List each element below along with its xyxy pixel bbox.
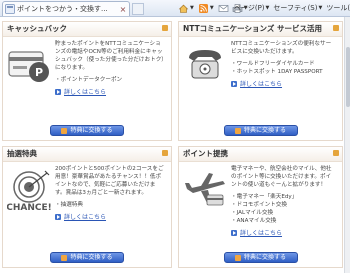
feeds-icon[interactable] (198, 3, 209, 14)
vertical-scrollbar[interactable] (344, 17, 350, 273)
card-item-list: ・ワールドフリーダイヤルカード ・ホットスポット 1DAY PASSPORT (231, 60, 336, 76)
safety-menu-label: セーフティ(S) (273, 4, 318, 12)
arrow-icon (55, 88, 61, 95)
details-link-label: 詳しくはこちら (240, 230, 283, 237)
tab-close-icon[interactable]: × (119, 3, 127, 16)
corner-marker-icon (162, 25, 168, 31)
page-favicon-icon (5, 4, 15, 14)
page-content: キャッシュバック P 貯まったポイントをNTTコミュニケーションズの電話やOCN… (0, 17, 350, 273)
corner-marker-icon (333, 150, 339, 156)
scrollbar-thumb[interactable] (346, 47, 350, 107)
safety-menu[interactable]: セーフティ(S) ▼ (273, 2, 322, 14)
card-description: 電子マネーや、航空会社のマイル、他社のポイント等に交換いただけます。ポイントの使… (231, 166, 332, 188)
exchange-button[interactable]: 特典に交換する (223, 252, 298, 263)
list-item: ・抽選特典 (55, 202, 83, 208)
airplane-illustration-icon (185, 173, 225, 206)
details-link-label: 詳しくはこちら (64, 89, 107, 96)
card-item-list: ・電子マネー「楽天Edy」 ・ドコモポイント交換 ・JALマイル交換 ・ANAマ… (231, 193, 336, 225)
card-description: 貯まったポイントをNTTコミュニケーションズの電話やOCN等のご利用料金にキャッ… (55, 41, 165, 71)
card-body: NTTコミュニケーションズの便利なサービスに交換いただけます。 ・ワールドフリー… (231, 40, 336, 88)
exchange-button-label: 特典に交換する (243, 254, 286, 261)
tools-menu-label: ツール(O) (326, 4, 350, 12)
card-cashback: キャッシュバック P 貯まったポイントをNTTコミュニケーションズの電話やOCN… (2, 21, 172, 141)
card-title: ポイント提携 (183, 149, 228, 158)
exchange-button[interactable]: 特典に交換する (50, 252, 124, 263)
tab-title: ポイントをつかう・交換す... (17, 4, 108, 13)
list-item: ・ドコモポイント交換 (231, 202, 287, 208)
card-header: NTTコミュニケーションズ サービス活用 (179, 22, 342, 37)
svg-text:P: P (35, 66, 43, 79)
cashback-illustration-icon: P (8, 51, 49, 82)
card-title: キャッシュバック (7, 24, 67, 33)
arrow-icon (231, 80, 237, 87)
exchange-icon (234, 127, 241, 134)
list-item: ・電子マネー「楽天Edy」 (231, 194, 298, 200)
list-item: ・ホットスポット 1DAY PASSPORT (231, 69, 323, 75)
details-link[interactable]: 詳しくはこちら (231, 228, 336, 237)
list-item: ・JALマイル交換 (231, 210, 274, 216)
card-ntt-service: NTTコミュニケーションズ サービス活用 NTTコミュニケーションズの便利なサー… (178, 21, 343, 141)
exchange-button-label: 特典に交換する (70, 127, 113, 134)
safety-menu-caret-icon: ▼ (318, 5, 323, 11)
card-header: ポイント提携 (179, 147, 342, 162)
details-link[interactable]: 詳しくはこちら (55, 212, 165, 221)
list-item: ・ANAマイル交換 (231, 218, 277, 224)
feeds-dropdown-icon[interactable]: ▼ (210, 5, 214, 11)
tools-menu[interactable]: ツール(O)▼ (326, 2, 350, 14)
exchange-button-label: 特典に交換する (70, 254, 113, 261)
mail-icon[interactable] (218, 3, 229, 14)
card-body: 電子マネーや、航空会社のマイル、他社のポイント等に交換いただけます。ポイントの使… (231, 165, 336, 237)
page-menu-label: ページ(P) (234, 4, 265, 12)
browser-tab[interactable]: ポイントをつかう・交換す... × (2, 1, 130, 16)
exchange-icon (234, 254, 241, 261)
home-icon[interactable] (178, 3, 189, 14)
card-description: 200ポイントと500ポイントの2コースをご用意！豪華賞品があたるチャンス！！低… (55, 166, 164, 196)
corner-marker-icon (162, 150, 168, 156)
exchange-button-label: 特典に交換する (243, 127, 286, 134)
arrow-icon (55, 213, 61, 220)
card-body: 貯まったポイントをNTTコミュニケーションズの電話やOCN等のご利用料金にキャッ… (55, 40, 165, 96)
list-item: ・ワールドフリーダイヤルカード (231, 61, 315, 67)
details-link-label: 詳しくはこちら (240, 81, 283, 88)
corner-marker-icon (333, 25, 339, 31)
chance-label: CHANCE! (7, 203, 52, 213)
arrow-icon (231, 229, 237, 236)
card-item-list: ・ポイントデータクーポン (55, 76, 165, 84)
exchange-icon (61, 127, 68, 134)
card-title: 抽選特典 (7, 149, 37, 158)
telephone-illustration-icon (189, 50, 221, 79)
details-link[interactable]: 詳しくはこちら (231, 79, 336, 88)
details-link[interactable]: 詳しくはこちら (55, 87, 165, 96)
exchange-button[interactable]: 特典に交換する (223, 125, 298, 136)
page-menu-caret-icon: ▼ (265, 5, 270, 11)
card-header: 抽選特典 (3, 147, 171, 162)
card-body: 200ポイントと500ポイントの2コースをご用意！豪華賞品があたるチャンス！！低… (55, 165, 165, 221)
browser-toolbar: ポイントをつかう・交換す... × ▼ ▼ ▼ ページ(P) ▼ セーフティ(S… (0, 0, 350, 17)
target-illustration-icon: CHANCE! (7, 170, 52, 213)
home-dropdown-icon[interactable]: ▼ (190, 5, 194, 11)
toolbar-menus: ページ(P)▼ セーフティ(S)▼ ツール(O)▼ (234, 2, 350, 14)
list-item: ・ポイントデータクーポン (55, 77, 123, 83)
exchange-icon (61, 254, 68, 261)
card-lottery: 抽選特典 CHANCE! 200ポイントと500ポイントの2コースをご用意！豪華… (2, 146, 172, 268)
card-point-partnership: ポイント提携 電子マネーや、航空会社のマイル、他社のポイント等に交換いただけます… (178, 146, 343, 268)
new-tab-button[interactable] (132, 3, 144, 15)
card-header: キャッシュバック (3, 22, 171, 37)
exchange-button[interactable]: 特典に交換する (50, 125, 124, 136)
page-menu[interactable]: ページ(P) ▼ (234, 2, 269, 14)
card-title: NTTコミュニケーションズ サービス活用 (183, 24, 322, 33)
details-link-label: 詳しくはこちら (64, 214, 107, 221)
card-description: NTTコミュニケーションズの便利なサービスに交換いただけます。 (231, 41, 332, 55)
card-item-list: ・抽選特典 (55, 201, 165, 209)
